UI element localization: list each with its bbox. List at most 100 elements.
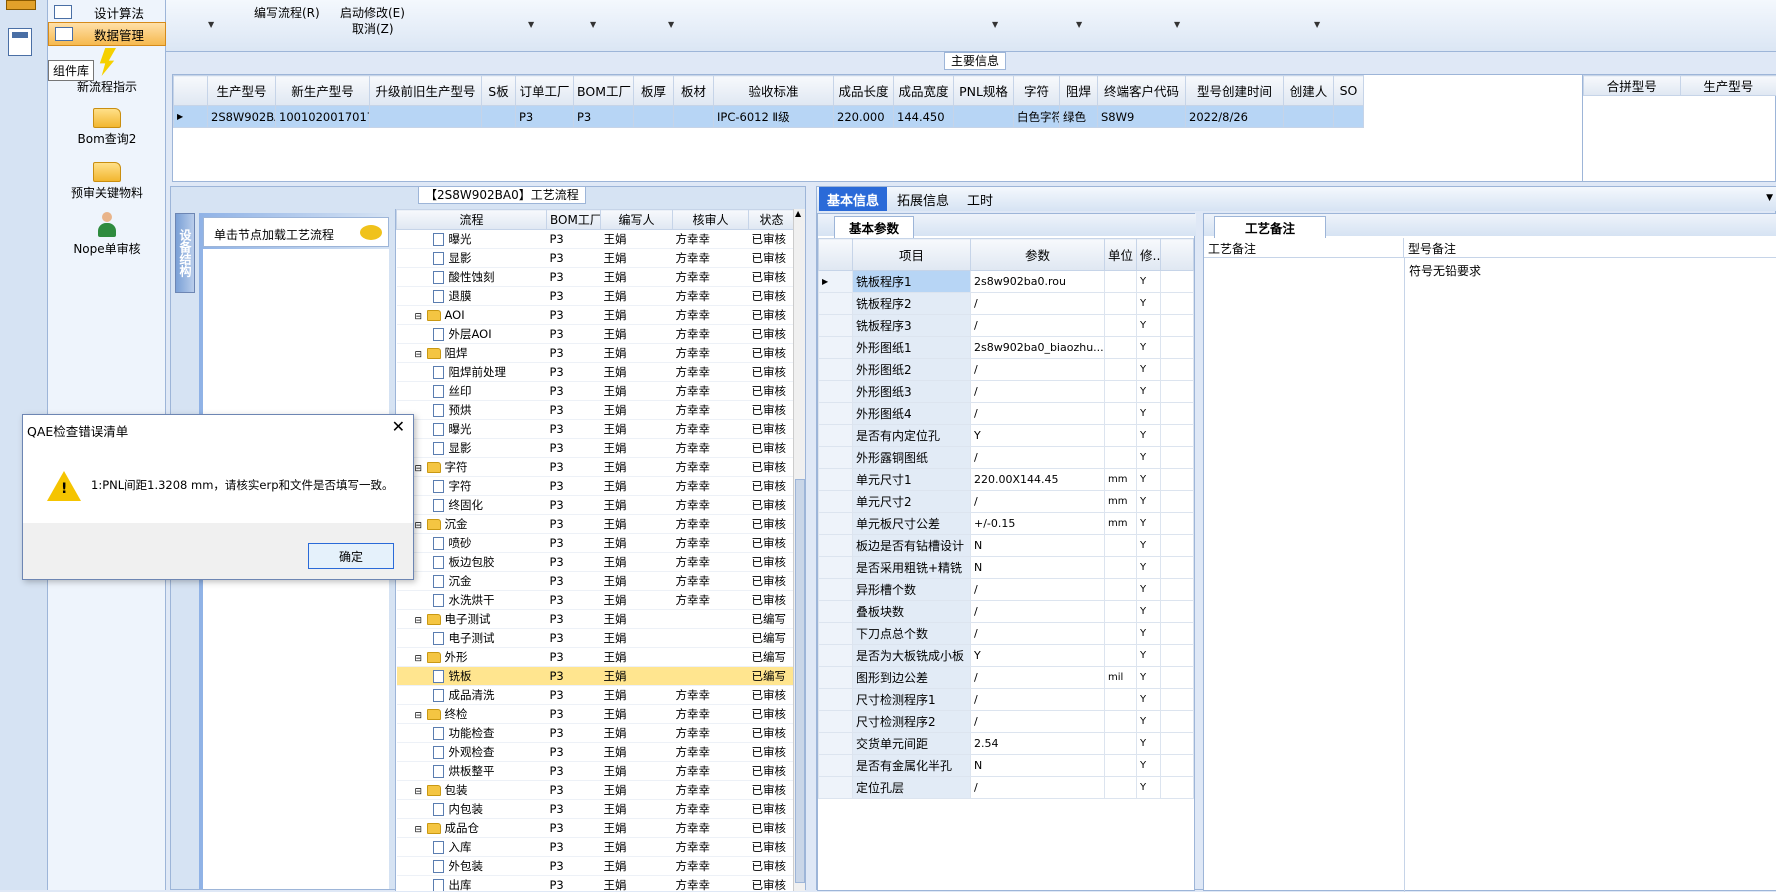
- chevron-down-icon[interactable]: ▼: [1766, 193, 1773, 203]
- param-value[interactable]: /: [970, 402, 1105, 425]
- param-value[interactable]: N: [970, 534, 1105, 557]
- column-header[interactable]: 参数: [970, 238, 1105, 271]
- param-row[interactable]: 单元尺寸2/mm Y: [818, 490, 1194, 513]
- tree-row[interactable]: 显影 P3 王娟 方幸幸 已审核: [396, 248, 795, 268]
- column-header[interactable]: 成品宽度: [893, 75, 954, 106]
- col-production-model[interactable]: 生产型号: [1679, 75, 1776, 96]
- column-header[interactable]: 核审人: [672, 209, 749, 230]
- cancel-button[interactable]: 取消(Z): [352, 20, 394, 37]
- param-row[interactable]: 外形图纸3/ Y: [818, 380, 1194, 403]
- table-cell[interactable]: [633, 105, 674, 128]
- column-header[interactable]: 单位: [1104, 238, 1137, 271]
- row-header[interactable]: [818, 600, 853, 623]
- tree-cell[interactable]: ⊟ 终检: [396, 704, 547, 724]
- write-flow-button[interactable]: 编写流程(R): [254, 4, 320, 21]
- tree-row[interactable]: 水洗烘干 P3 王娟 方幸幸 已审核: [396, 590, 795, 610]
- table-cell[interactable]: [369, 105, 482, 128]
- tree-row[interactable]: 板边包胶 P3 王娟 方幸幸 已审核: [396, 552, 795, 572]
- param-row[interactable]: 外形露铜图纸 / Y: [818, 446, 1194, 469]
- param-row[interactable]: 是否有金属化半孔 N Y: [818, 754, 1194, 777]
- table-cell[interactable]: [673, 105, 714, 128]
- param-value[interactable]: 2.54: [970, 732, 1105, 755]
- tab-basic-info[interactable]: 基本信息: [819, 187, 888, 211]
- row-header[interactable]: [818, 776, 853, 799]
- tree-row[interactable]: 预烘 P3 王娟 方幸幸 已审核: [396, 400, 795, 420]
- param-row[interactable]: 是否有内定位孔 Y Y: [818, 424, 1194, 447]
- param-value[interactable]: Y: [970, 424, 1105, 447]
- tree-row[interactable]: 铣板 P3 王娟 已编写: [396, 666, 795, 686]
- row-header[interactable]: [818, 710, 853, 733]
- tree-row[interactable]: ⊟ 电子测试 P3 王娟 已编写: [396, 609, 795, 629]
- tree-cell[interactable]: 板边包胶: [396, 552, 547, 572]
- collapse-icon[interactable]: ⊟: [415, 312, 427, 322]
- tree-cell[interactable]: ⊟ 外形: [396, 647, 547, 667]
- tree-row[interactable]: 退膜 P3 王娟 方幸幸 已审核: [396, 286, 795, 306]
- param-value[interactable]: /: [970, 666, 1105, 689]
- tree-row[interactable]: 显影 P3 王娟 方幸幸 已审核: [396, 438, 795, 458]
- column-header[interactable]: BOM工厂: [573, 75, 634, 106]
- column-header[interactable]: 创建人: [1283, 75, 1334, 106]
- param-row[interactable]: 定位孔层 / Y: [818, 776, 1194, 799]
- chevron-down-icon[interactable]: ▼: [528, 20, 534, 29]
- tree-cell[interactable]: 成品清洗: [396, 685, 547, 705]
- row-header[interactable]: [818, 358, 853, 381]
- scrollbar[interactable]: ▲: [793, 209, 805, 891]
- param-value[interactable]: /: [970, 490, 1105, 513]
- col-merge-model[interactable]: 合拼型号: [1583, 75, 1681, 96]
- app-icon[interactable]: [6, 0, 36, 10]
- column-header[interactable]: 编写人: [600, 209, 673, 230]
- param-value[interactable]: /: [970, 776, 1105, 799]
- column-header[interactable]: SO: [1333, 75, 1364, 106]
- param-value[interactable]: N: [970, 556, 1105, 579]
- nav-item-nope-review[interactable]: Nope单审核: [48, 212, 166, 257]
- row-header[interactable]: [818, 292, 853, 315]
- param-row[interactable]: ▶ 铣板程序1 2s8w902ba0.rou Y: [818, 270, 1194, 293]
- tree-row[interactable]: 喷砂 P3 王娟 方幸幸 已审核: [396, 533, 795, 553]
- tree-row[interactable]: 外观检查 P3 王娟 方幸幸 已审核: [396, 742, 795, 762]
- param-row[interactable]: 下刀点总个数 / Y: [818, 622, 1194, 645]
- column-header[interactable]: BOM工厂: [546, 209, 601, 230]
- row-header[interactable]: [818, 556, 853, 579]
- tree-cell[interactable]: 退膜: [396, 286, 547, 306]
- param-row[interactable]: 图形到边公差 / mil Y: [818, 666, 1194, 689]
- tree-cell[interactable]: ⊟ 电子测试: [396, 609, 547, 629]
- tree-cell[interactable]: 终固化: [396, 495, 547, 515]
- column-header[interactable]: 验收标准: [713, 75, 834, 106]
- tree-row[interactable]: 阻焊前处理 P3 王娟 方幸幸 已审核: [396, 362, 795, 382]
- param-value[interactable]: Y: [970, 644, 1105, 667]
- tree-row[interactable]: 曝光 P3 王娟 方幸幸 已审核: [396, 419, 795, 439]
- column-header[interactable]: PNL规格: [953, 75, 1014, 106]
- tree-row[interactable]: ⊟ 阻焊 P3 王娟 方幸幸 已审核: [396, 343, 795, 363]
- chevron-down-icon[interactable]: ▼: [590, 20, 596, 29]
- tree-cell[interactable]: 阻焊前处理: [396, 362, 547, 382]
- param-row[interactable]: 外形图纸4/ Y: [818, 402, 1194, 425]
- param-value[interactable]: /: [970, 292, 1105, 315]
- tree-cell[interactable]: 丝印: [396, 381, 547, 401]
- tree-cell[interactable]: ⊟ 沉金: [396, 514, 547, 534]
- tree-cell[interactable]: 喷砂: [396, 533, 547, 553]
- table-cell[interactable]: 220.000: [833, 105, 894, 128]
- close-icon[interactable]: ✕: [392, 417, 405, 436]
- table-cell[interactable]: [953, 105, 1014, 128]
- tree-cell[interactable]: 沉金: [396, 571, 547, 591]
- column-header[interactable]: 阻焊: [1059, 75, 1098, 106]
- row-header[interactable]: ▶: [818, 270, 853, 293]
- param-row[interactable]: 铣板程序3/ Y: [818, 314, 1194, 337]
- arrow-up-icon[interactable]: ▲: [795, 209, 805, 219]
- param-value[interactable]: /: [970, 314, 1105, 337]
- nav-item-key-material[interactable]: 预审关键物料: [48, 162, 166, 201]
- row-header[interactable]: [818, 688, 853, 711]
- tree-cell[interactable]: ⊟ 字符: [396, 457, 547, 477]
- tree-row[interactable]: ⊟ 外形 P3 王娟 已编写: [396, 647, 795, 667]
- row-header[interactable]: [818, 490, 853, 513]
- table-cell[interactable]: 绿色: [1059, 105, 1098, 128]
- param-value[interactable]: /: [970, 578, 1105, 601]
- tree-cell[interactable]: 水洗烘干: [396, 590, 547, 610]
- row-header[interactable]: [818, 644, 853, 667]
- tree-cell[interactable]: 内包装: [396, 799, 547, 819]
- side-tab-equipment[interactable]: 设备结构: [175, 213, 195, 293]
- column-header[interactable]: 型号创建时间: [1185, 75, 1284, 106]
- tree-row[interactable]: ⊟ 沉金 P3 王娟 方幸幸 已审核: [396, 514, 795, 534]
- collapse-icon[interactable]: ⊟: [415, 654, 427, 664]
- tree-cell[interactable]: 显影: [396, 248, 547, 268]
